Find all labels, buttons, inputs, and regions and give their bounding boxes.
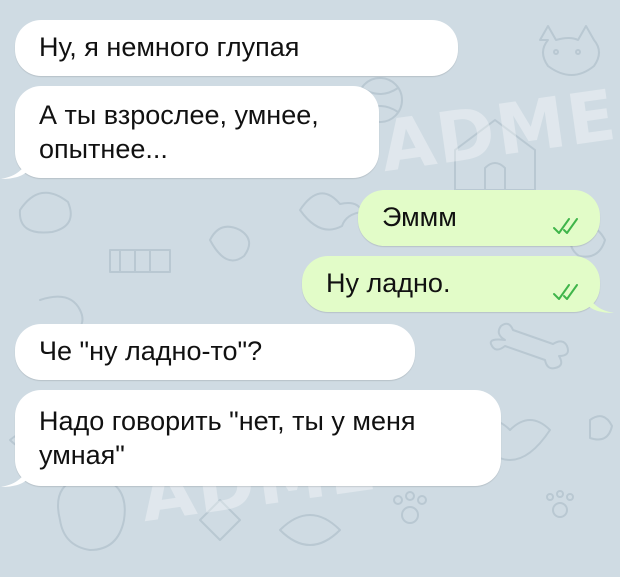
- incoming-message-bubble: Ну, я немного глупая: [15, 20, 458, 76]
- outgoing-message-bubble: Эммм: [358, 190, 600, 246]
- bubble-tail-icon: [588, 291, 614, 313]
- double-check-icon: [553, 218, 578, 234]
- message-text: Че "ну ладно-то"?: [39, 336, 263, 366]
- incoming-message-bubble: А ты взрослее, умнее, опытнее...: [1, 86, 379, 179]
- message-text: Надо говорить "нет, ты у меня умная": [39, 406, 416, 470]
- incoming-message-bubble: Че "ну ладно-то"?: [15, 324, 415, 380]
- outgoing-message-bubble: Ну ладно.: [302, 256, 614, 313]
- incoming-message-bubble: Надо говорить "нет, ты у меня умная": [1, 390, 501, 487]
- double-check-icon: [553, 284, 578, 300]
- message-text: Ну ладно.: [326, 268, 451, 298]
- message-text: Ну, я немного глупая: [39, 32, 300, 62]
- bubble-tail-icon: [1, 465, 27, 487]
- message-text: А ты взрослее, умнее, опытнее...: [39, 100, 319, 164]
- bubble-tail-icon: [1, 157, 27, 179]
- message-text: Эммм: [382, 202, 457, 232]
